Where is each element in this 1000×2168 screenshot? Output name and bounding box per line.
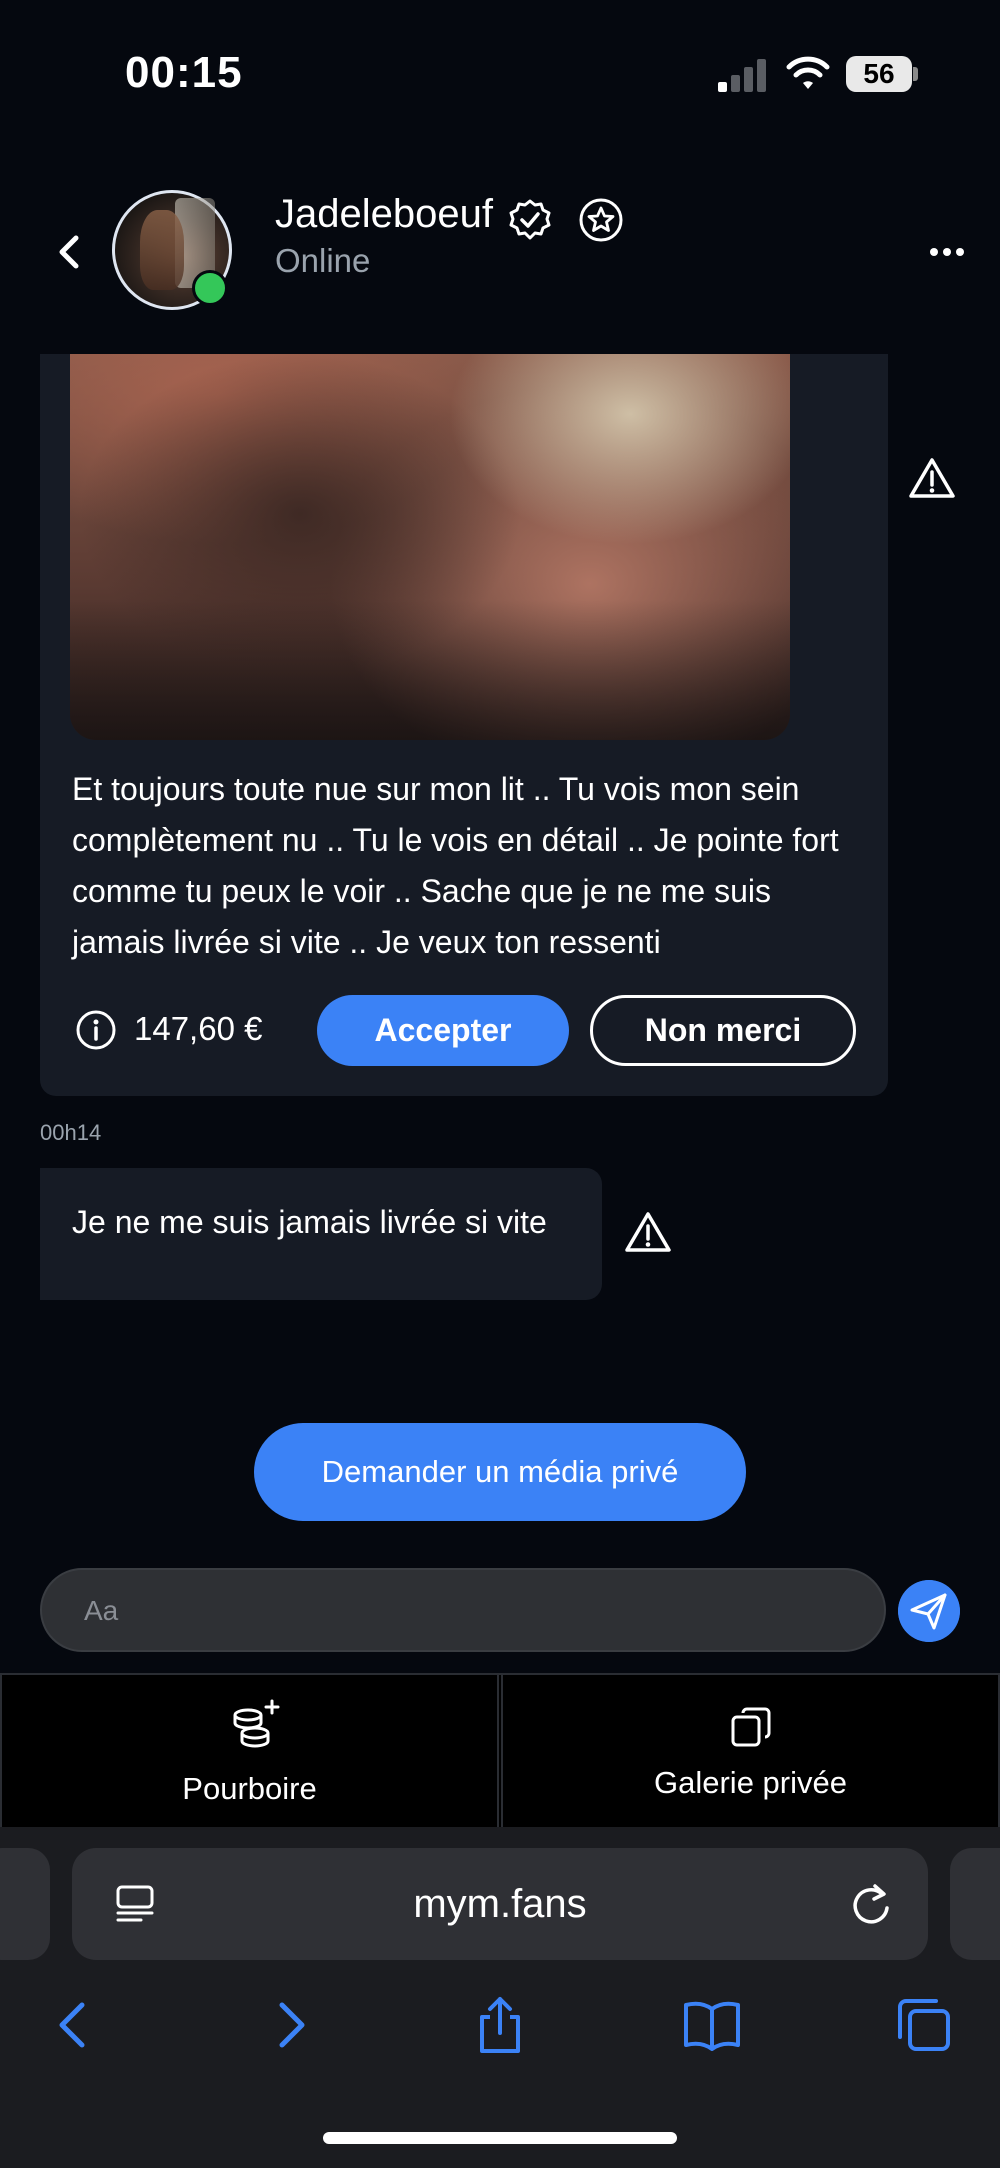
reload-icon[interactable] [848, 1880, 894, 1928]
decline-button[interactable]: Non merci [590, 995, 856, 1066]
tip-tab-label: Pourboire [182, 1771, 317, 1806]
battery-cap [913, 67, 918, 81]
send-icon[interactable] [898, 1580, 960, 1642]
media-shade [70, 600, 790, 740]
battery-indicator: 56 [846, 56, 912, 92]
gallery-copy-icon [731, 1707, 771, 1747]
back-chevron-icon[interactable] [52, 230, 86, 274]
forward-icon[interactable] [260, 1995, 320, 2055]
online-indicator [192, 270, 228, 306]
status-time: 00:15 [125, 48, 243, 97]
bottom-tab-bar: Pourboire Galerie privée [0, 1673, 1000, 1829]
message-timestamp: 00h14 [40, 1120, 102, 1145]
accept-button[interactable]: Accepter [317, 995, 569, 1066]
page-menu-icon[interactable] [113, 1882, 157, 1926]
tabs-icon[interactable] [894, 1995, 954, 2055]
online-status: Online [275, 242, 371, 279]
star-badge-icon[interactable] [578, 197, 624, 243]
username[interactable]: Jadeleboeuf [275, 192, 493, 237]
more-dots-icon[interactable] [930, 238, 966, 266]
home-indicator [323, 2132, 677, 2144]
verified-badge-icon [509, 199, 551, 240]
report-warning-icon[interactable] [624, 1210, 672, 1254]
previous-tab-preview[interactable] [0, 1848, 50, 1960]
url-text[interactable]: mym.fans [72, 1848, 928, 1960]
coins-plus-icon [233, 1699, 280, 1748]
back-icon[interactable] [44, 1995, 104, 2055]
cellular-signal-icon [718, 56, 768, 92]
offer-message-text: Et toujours toute nue sur mon lit .. Tu … [72, 771, 839, 960]
message-input-container [40, 1568, 886, 1652]
offer-price: 147,60 € [134, 1010, 263, 1047]
tip-tab[interactable]: Pourboire [0, 1675, 499, 1829]
info-icon[interactable] [75, 1009, 117, 1051]
avatar-detail [140, 210, 184, 290]
private-gallery-tab-label: Galerie privée [654, 1765, 847, 1800]
share-icon[interactable] [470, 1995, 530, 2055]
request-private-media-button[interactable]: Demander un média privé [254, 1423, 746, 1521]
bookmarks-icon[interactable] [682, 1995, 742, 2055]
message-input[interactable] [82, 1570, 846, 1652]
next-tab-preview[interactable] [950, 1848, 1000, 1960]
wifi-icon [786, 56, 830, 89]
report-warning-icon[interactable] [908, 456, 956, 500]
private-gallery-tab[interactable]: Galerie privée [501, 1675, 1000, 1829]
message-text: Je ne me suis jamais livrée si vite [72, 1204, 547, 1240]
